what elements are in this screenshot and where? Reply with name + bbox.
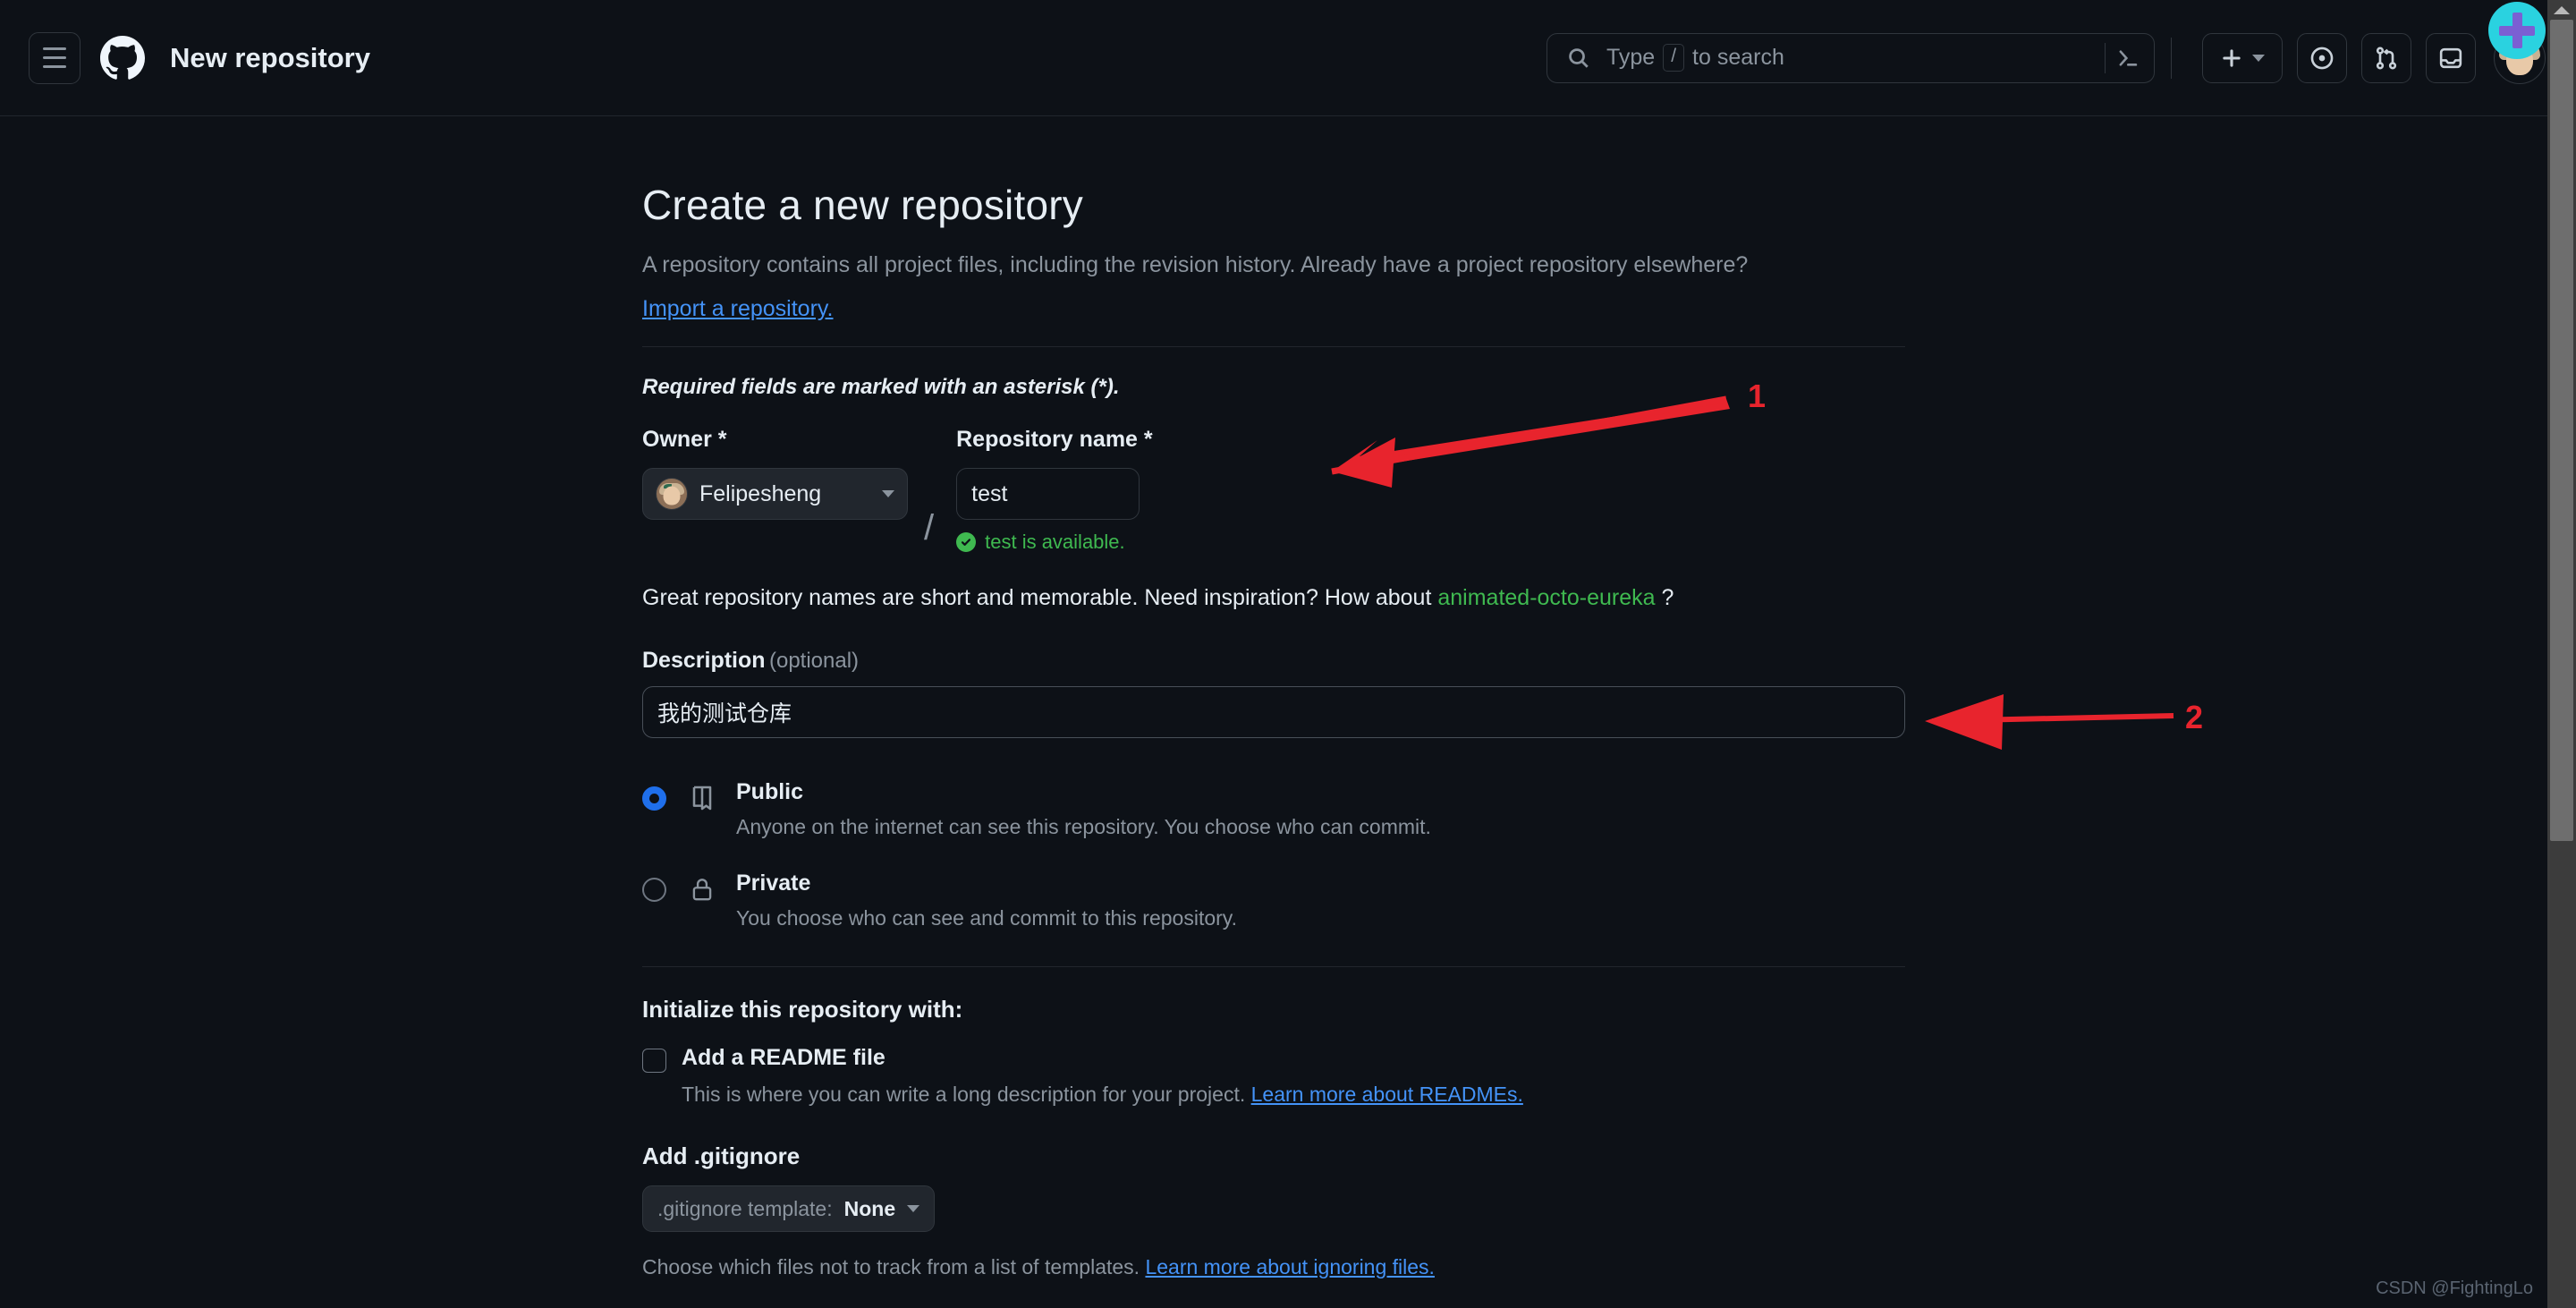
owner-select[interactable]: Felipesheng <box>642 468 908 521</box>
search-divider <box>2105 42 2106 73</box>
book-icon <box>683 784 721 812</box>
visibility-option-public[interactable]: Public Anyone on the internet can see th… <box>642 779 1905 839</box>
gitignore-description: Choose which files not to track from a l… <box>642 1255 1905 1279</box>
gitignore-template-select[interactable]: .gitignore template: None <box>642 1185 936 1233</box>
gitignore-description-text: Choose which files not to track from a l… <box>642 1255 1140 1279</box>
import-repository-link[interactable]: Import a repository. <box>642 296 834 322</box>
availability-text: test is available. <box>985 531 1125 554</box>
search-slash-key: / <box>1663 44 1685 72</box>
gitignore-select-value: None <box>843 1196 896 1220</box>
search-placeholder: Type / to search <box>1606 44 1784 72</box>
visibility-public-text: Public Anyone on the internet can see th… <box>736 779 1431 839</box>
chevron-down-icon <box>2252 54 2265 62</box>
check-circle-icon <box>956 532 977 553</box>
new-repository-form: Create a new repository A repository con… <box>642 116 1905 1279</box>
hamburger-line <box>43 47 66 50</box>
owner-label: Owner * <box>642 427 727 453</box>
pull-requests-icon <box>2376 46 2397 70</box>
readme-learn-more-link[interactable]: Learn more about READMEs. <box>1251 1083 1523 1106</box>
annotation-number-2: 2 <box>2185 699 2204 735</box>
hamburger-line <box>43 65 66 68</box>
checkbox-add-readme[interactable] <box>642 1049 666 1074</box>
divider <box>642 966 1905 968</box>
issues-icon <box>2310 47 2334 69</box>
visibility-section: Public Anyone on the internet can see th… <box>642 779 1905 930</box>
inspiration-hint: Great repository names are short and mem… <box>642 582 1905 614</box>
issues-button[interactable] <box>2297 32 2347 83</box>
visibility-option-private[interactable]: Private You choose who can see and commi… <box>642 871 1905 930</box>
create-new-button[interactable] <box>2202 32 2283 83</box>
search-icon <box>1567 47 1590 70</box>
initialize-section-title: Initialize this repository with: <box>642 996 963 1023</box>
visibility-private-description: You choose who can see and commit to thi… <box>736 906 1237 930</box>
terminal-icon[interactable] <box>2116 47 2143 70</box>
required-fields-note: Required fields are marked with an aster… <box>642 375 1120 400</box>
radio-private[interactable] <box>642 878 666 903</box>
visibility-private-title: Private <box>736 871 811 896</box>
lock-icon <box>683 875 721 904</box>
page-scrollbar[interactable] <box>2547 0 2576 1308</box>
search-input[interactable]: Type / to search <box>1546 32 2155 83</box>
hamburger-line <box>43 56 66 59</box>
readme-text-group: Add a README file This is where you can … <box>682 1045 1523 1107</box>
divider <box>642 346 1905 348</box>
inspiration-prefix: Great repository names are short and mem… <box>642 585 1432 611</box>
gitignore-learn-more-link[interactable]: Learn more about ignoring files. <box>1145 1255 1434 1278</box>
page-title: Create a new repository <box>642 182 1083 228</box>
watermark-text: CSDN @FightingLo <box>2376 1278 2533 1298</box>
owner-field-group: Owner * Felipesheng <box>642 427 908 521</box>
description-optional-tag: (optional) <box>768 649 860 674</box>
visibility-private-text: Private You choose who can see and commi… <box>736 871 1237 930</box>
owner-repo-row: Owner * Felipesheng / Repository name * <box>642 427 1905 554</box>
radio-public[interactable] <box>642 786 666 811</box>
scrollbar-thumb[interactable] <box>2550 20 2573 841</box>
description-label: Description <box>642 648 766 674</box>
scroll-up-arrow-icon[interactable] <box>2547 0 2576 20</box>
repository-name-field-group: Repository name * test is available. <box>956 427 1153 554</box>
readme-option-row[interactable]: Add a README file This is where you can … <box>642 1045 1905 1107</box>
readme-description: This is where you can write a long descr… <box>682 1083 1523 1107</box>
search-placeholder-suffix: to search <box>1692 45 1784 70</box>
chevron-down-icon <box>882 490 894 498</box>
plus-icon <box>2223 48 2241 67</box>
avatar-face <box>663 486 681 505</box>
visibility-public-title: Public <box>736 779 804 805</box>
chevron-down-icon <box>907 1205 920 1213</box>
page-header-title: New repository <box>170 41 370 73</box>
header-divider <box>2171 37 2172 79</box>
pull-requests-button[interactable] <box>2361 32 2411 83</box>
cursor-plus-vertical <box>2512 13 2522 48</box>
repository-name-input[interactable] <box>956 468 1140 521</box>
search-placeholder-prefix: Type <box>1606 45 1656 70</box>
inspiration-suffix: ? <box>1661 585 1674 611</box>
annotation-arrow-2 <box>1925 694 2174 750</box>
description-label-row: Description (optional) <box>642 648 1905 674</box>
readme-description-text: This is where you can write a long descr… <box>682 1083 1246 1107</box>
screenshot-cursor-marker <box>2488 2 2546 59</box>
hamburger-menu-icon[interactable] <box>29 31 80 84</box>
repository-name-label: Repository name * <box>956 427 1153 453</box>
owner-avatar <box>656 478 688 511</box>
availability-status: test is available. <box>956 531 1153 554</box>
visibility-public-description: Anyone on the internet can see this repo… <box>736 815 1431 839</box>
inbox-icon <box>2439 47 2462 68</box>
inbox-button[interactable] <box>2426 32 2476 83</box>
annotation-number-1: 1 <box>1748 378 1767 414</box>
gitignore-section-title: Add .gitignore <box>642 1142 801 1170</box>
github-logo-icon[interactable] <box>100 35 145 81</box>
owner-name: Felipesheng <box>699 480 822 506</box>
page-description: A repository contains all project files,… <box>642 252 1749 277</box>
suggested-repo-name[interactable]: animated-octo-eureka <box>1437 585 1655 610</box>
gitignore-select-label: .gitignore template: <box>657 1196 833 1220</box>
description-input[interactable] <box>642 686 1905 739</box>
global-header: New repository Type / to search <box>0 0 2576 116</box>
owner-repo-separator: / <box>924 508 935 548</box>
readme-label: Add a README file <box>682 1045 886 1071</box>
